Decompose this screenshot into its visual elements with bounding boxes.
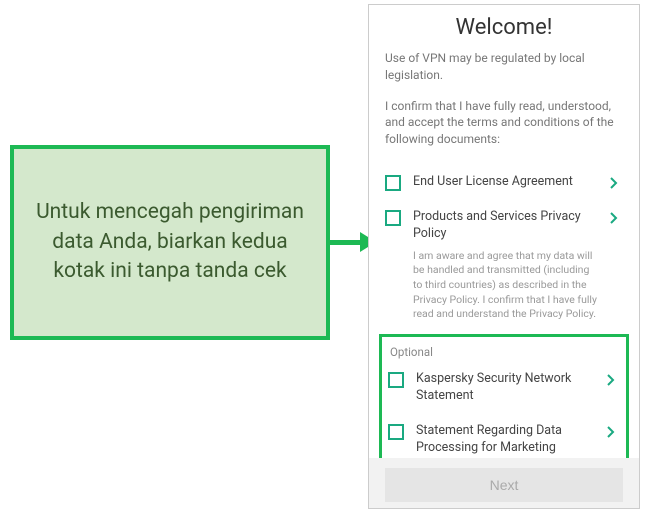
agreement-item-eula[interactable]: End User License Agreement [385, 166, 623, 201]
privacy-label: Products and Services Privacy Policy [413, 209, 597, 243]
phone-body: Use of VPN may be regulated by local leg… [369, 50, 639, 458]
checkbox-eula[interactable] [385, 175, 401, 191]
optional-label: Optional [388, 345, 620, 359]
phone-screen: Welcome! Use of VPN may be regulated by … [368, 4, 640, 509]
chevron-right-icon[interactable] [609, 211, 623, 225]
next-button[interactable]: Next [385, 468, 623, 502]
annotation-callout: Untuk mencegah pengiriman data Anda, bia… [10, 145, 330, 340]
marketing-label: Statement Regarding Data Processing for … [416, 423, 594, 458]
checkbox-marketing[interactable] [388, 424, 404, 440]
ksn-label: Kaspersky Security Network Statement [416, 371, 594, 405]
chevron-right-icon[interactable] [606, 373, 620, 387]
chevron-right-icon[interactable] [609, 176, 623, 190]
intro-text-1: Use of VPN may be regulated by local leg… [385, 50, 623, 84]
eula-label: End User License Agreement [413, 174, 597, 191]
checkbox-privacy[interactable] [385, 210, 401, 226]
agreement-item-privacy[interactable]: Products and Services Privacy Policy I a… [385, 201, 623, 332]
callout-text: Untuk mencegah pengiriman data Anda, bia… [32, 198, 308, 286]
optional-section-highlight: Optional Kaspersky Security Network Stat… [379, 334, 629, 458]
footer-area: Next [369, 458, 639, 508]
page-title: Welcome! [369, 5, 639, 50]
agreement-item-marketing[interactable]: Statement Regarding Data Processing for … [388, 415, 620, 458]
agreement-item-ksn[interactable]: Kaspersky Security Network Statement [388, 363, 620, 415]
intro-text-2: I confirm that I have fully read, unders… [385, 98, 623, 148]
checkbox-ksn[interactable] [388, 372, 404, 388]
chevron-right-icon[interactable] [606, 425, 620, 439]
privacy-desc: I am aware and agree that my data will b… [413, 249, 597, 322]
